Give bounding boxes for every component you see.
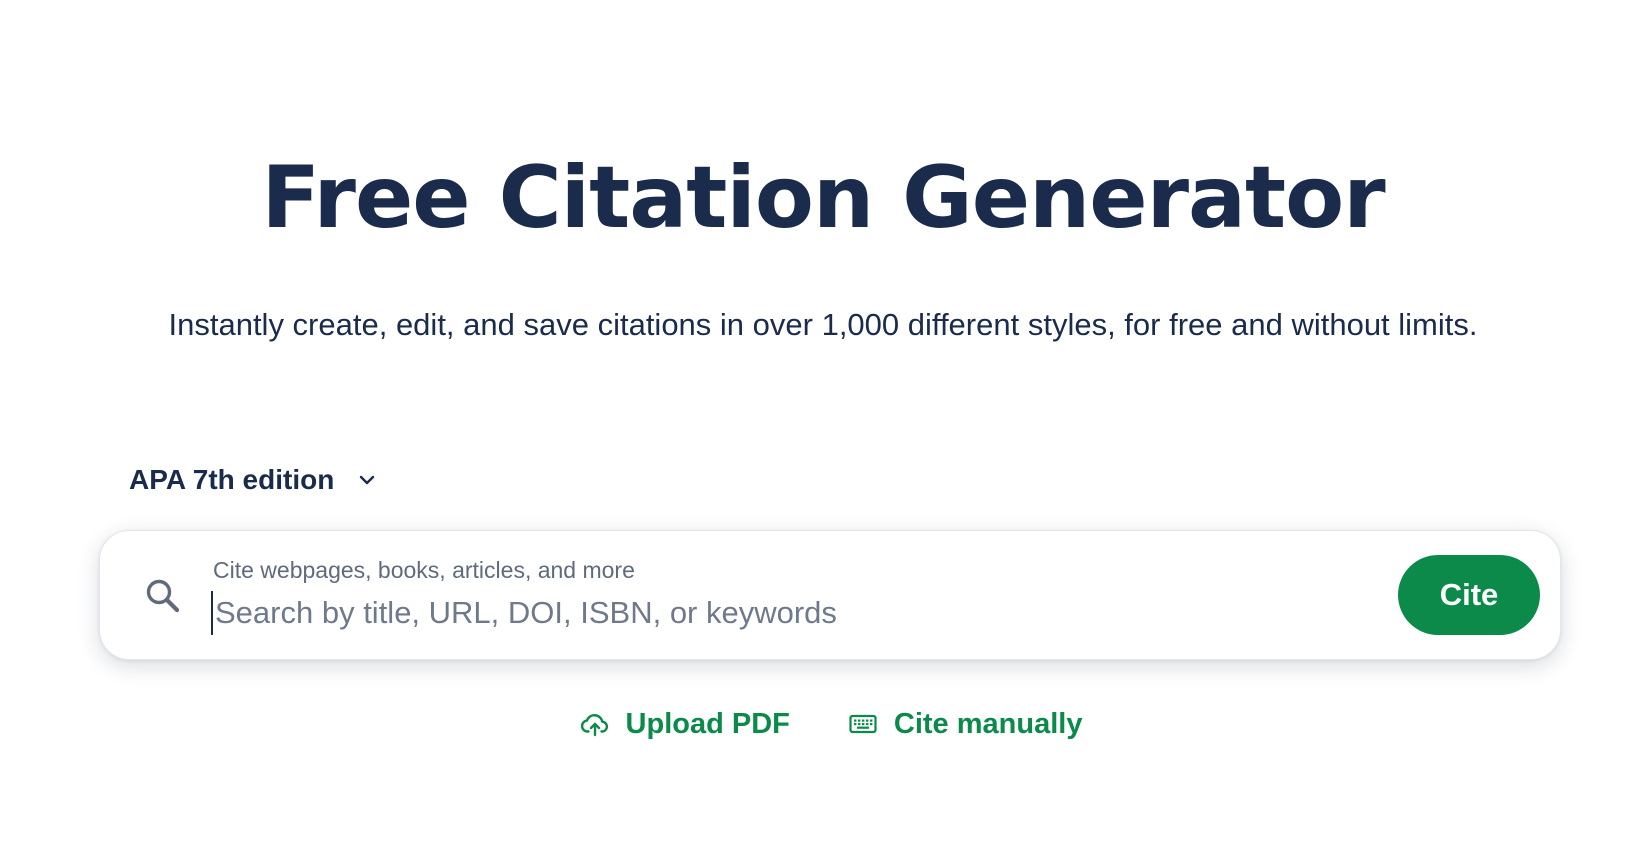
search-input[interactable]	[211, 591, 1315, 635]
citation-search-box: Cite webpages, books, articles, and more…	[99, 530, 1561, 660]
cite-button[interactable]: Cite	[1398, 555, 1540, 635]
citation-generator-page: Free Citation Generator Instantly create…	[0, 0, 1646, 858]
upload-pdf-label: Upload PDF	[625, 707, 790, 740]
search-icon	[144, 577, 182, 615]
page-title: Free Citation Generator	[261, 148, 1385, 248]
cite-manually-label: Cite manually	[893, 707, 1083, 740]
citation-style-dropdown[interactable]: APA 7th edition	[129, 458, 378, 502]
cite-manually-link[interactable]: Cite manually	[848, 707, 1083, 741]
keyboard-icon	[848, 709, 878, 739]
cloud-upload-icon	[580, 709, 610, 739]
page-subtitle: Instantly create, edit, and save citatio…	[168, 307, 1478, 342]
secondary-actions: Upload PDF Cite manually	[0, 702, 1646, 746]
chevron-down-icon	[356, 469, 378, 491]
upload-pdf-link[interactable]: Upload PDF	[580, 708, 790, 741]
citation-style-label: APA 7th edition	[129, 464, 335, 495]
search-field-label: Cite webpages, books, articles, and more	[213, 557, 635, 583]
